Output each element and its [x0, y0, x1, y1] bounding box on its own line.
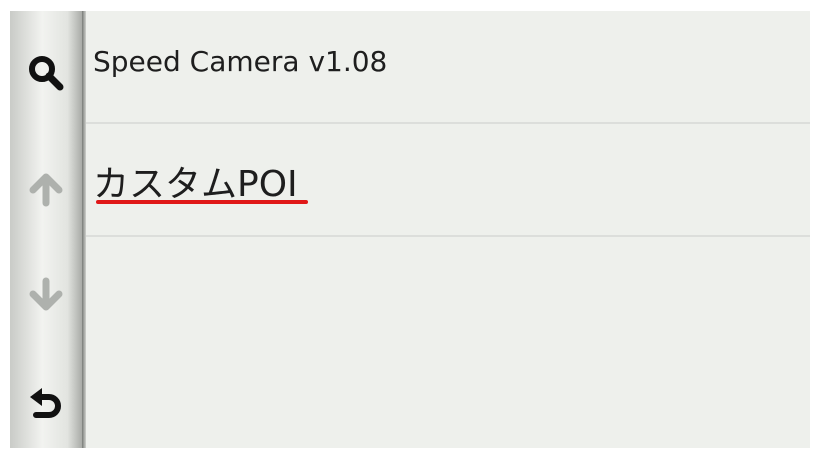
arrow-down-icon	[26, 275, 66, 315]
back-button[interactable]	[10, 375, 82, 435]
search-button[interactable]	[10, 43, 82, 103]
back-icon	[26, 385, 66, 425]
list-item-custom-poi[interactable]: カスタムPOI	[86, 124, 810, 236]
scroll-down-button[interactable]	[10, 265, 82, 325]
arrow-up-icon	[26, 169, 66, 209]
device-screen: Speed Camera v1.08 カスタムPOI	[10, 11, 810, 448]
list-divider	[86, 235, 810, 237]
list-item-label: Speed Camera v1.08	[93, 45, 388, 78]
search-icon	[26, 53, 66, 93]
scroll-up-button[interactable]	[10, 159, 82, 219]
list-item[interactable]: Speed Camera v1.08	[86, 11, 810, 123]
highlight-underline	[96, 200, 308, 204]
results-list: Speed Camera v1.08 カスタムPOI	[86, 11, 810, 448]
sidebar	[10, 11, 82, 448]
